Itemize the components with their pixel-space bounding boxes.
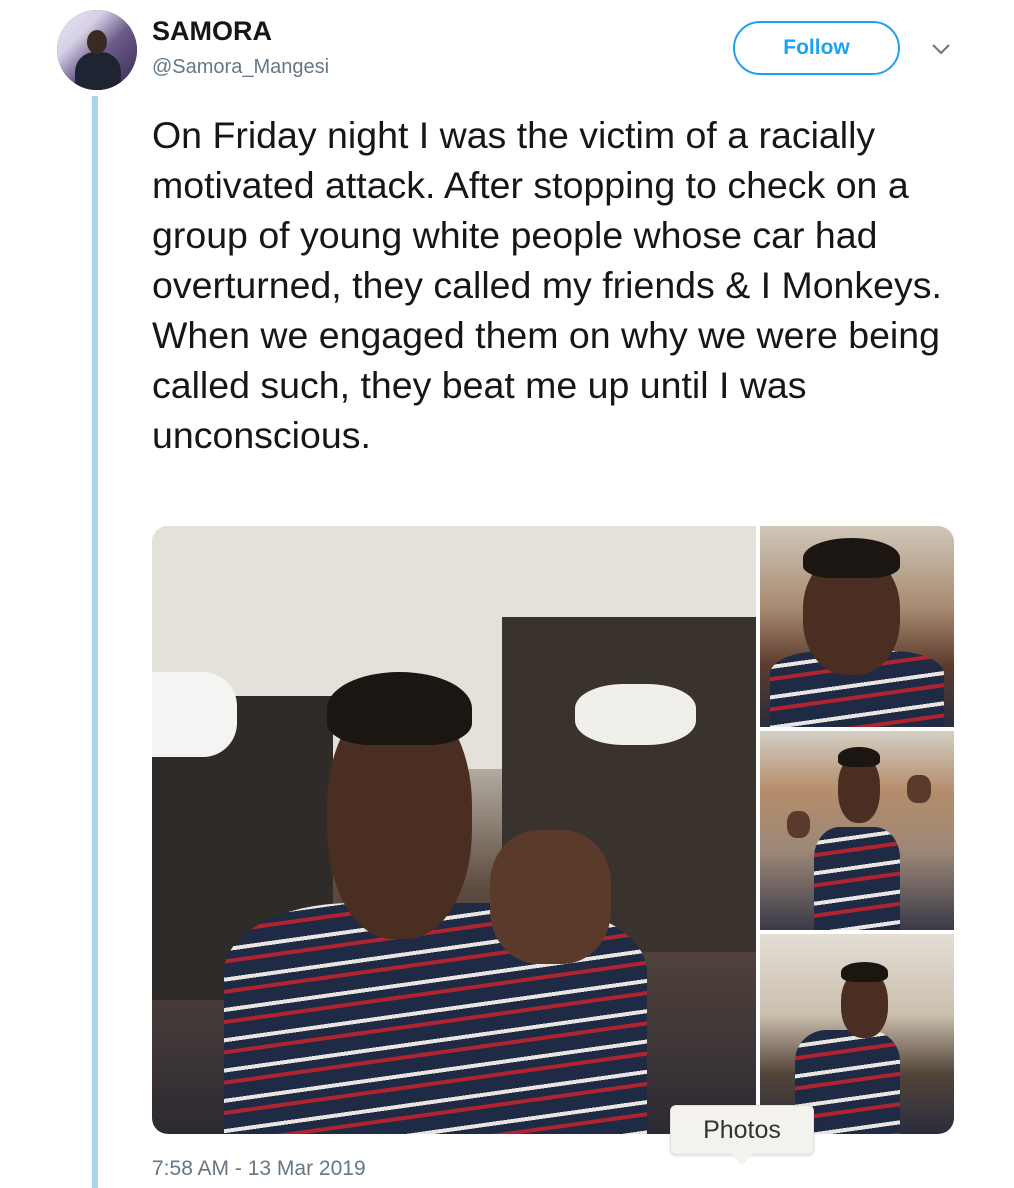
tweet-timestamp[interactable]: 7:58 AM - 13 Mar 2019 (152, 1157, 366, 1181)
follow-button[interactable]: Follow (733, 21, 900, 75)
avatar[interactable] (57, 10, 137, 90)
photo-2[interactable] (760, 526, 954, 727)
tweet-page: SAMORA @Samora_Mangesi Follow On Friday … (0, 0, 1014, 1188)
chevron-down-icon[interactable] (928, 36, 954, 62)
tweet-text: On Friday night I was the victim of a ra… (152, 114, 942, 456)
photo-1[interactable] (152, 526, 756, 1134)
photo-4[interactable] (760, 934, 954, 1134)
tooltip-arrow (731, 1154, 753, 1165)
author-name[interactable]: SAMORA (152, 16, 272, 47)
photo-3[interactable] (760, 731, 954, 930)
photos-tooltip: Photos (670, 1105, 814, 1155)
thread-line (92, 96, 98, 1188)
author-handle[interactable]: @Samora_Mangesi (152, 56, 329, 79)
media-grid (152, 526, 954, 1134)
